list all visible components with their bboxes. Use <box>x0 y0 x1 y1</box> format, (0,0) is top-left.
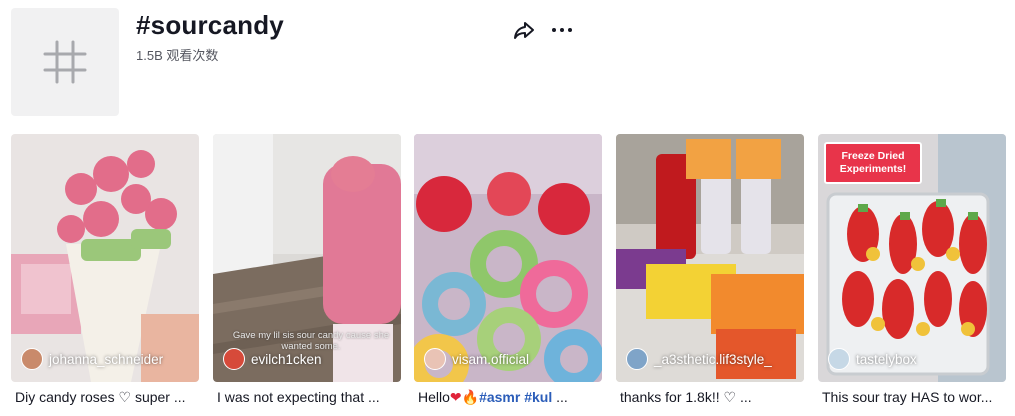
video-caption[interactable]: thanks for 1.8k!! ♡ ... <box>620 388 804 406</box>
caption-text-more: ... <box>739 389 752 405</box>
video-caption[interactable]: Hello❤🔥#asmr #kul ... <box>418 388 602 406</box>
author-name: johanna_schneider <box>49 351 164 367</box>
author-label[interactable]: _a3sthetic.lif3style_ <box>626 348 772 370</box>
heart-outline-icon: ♡ <box>723 389 737 405</box>
caption-text: I was not expecting that ... <box>217 389 380 405</box>
more-options-button[interactable] <box>550 18 574 42</box>
author-label[interactable]: johanna_schneider <box>21 348 163 370</box>
more-horizontal-icon <box>552 28 572 32</box>
caption-text-more: ... <box>556 389 568 405</box>
thumbnail-image <box>414 134 602 382</box>
hashtag-link[interactable]: #asmr <box>479 389 520 405</box>
heart-red-emoji: ❤ <box>449 389 462 405</box>
thumbnail-image <box>616 134 804 382</box>
video-thumbnail[interactable]: johanna_schneider <box>11 134 199 382</box>
hashtag-cover <box>11 8 119 116</box>
video-card[interactable]: _a3sthetic.lif3style_ thanks for 1.8k!! … <box>616 134 804 405</box>
avatar <box>626 348 648 370</box>
author-name: tastelybox <box>856 351 917 367</box>
share-button[interactable] <box>512 18 536 42</box>
video-caption[interactable]: This sour tray HAS to wor... <box>822 388 1006 406</box>
video-thumbnail[interactable]: Freeze Dried Experiments! tastelybox <box>818 134 1006 382</box>
caption-text: This sour tray HAS to wor... <box>822 389 993 405</box>
author-label[interactable]: evilch1cken <box>223 348 322 370</box>
thumbnail-image <box>11 134 199 382</box>
view-count: 1.5B 观看次数 <box>136 48 219 63</box>
author-name: _a3sthetic.lif3style_ <box>654 351 772 367</box>
author-name: evilch1cken <box>251 351 322 367</box>
hashtag-icon <box>43 40 87 84</box>
video-badge: Freeze Dried Experiments! <box>824 142 922 184</box>
caption-text: thanks for 1.8k!! <box>620 389 720 405</box>
video-thumbnail[interactable]: Gave my lil sis sour candy cause she wan… <box>213 134 401 382</box>
video-caption[interactable]: Diy candy roses ♡ super ... <box>15 388 199 406</box>
author-name: visam.official <box>452 351 530 367</box>
avatar <box>21 348 43 370</box>
caption-text-more: super ... <box>134 389 186 405</box>
avatar <box>828 348 850 370</box>
video-card[interactable]: visam.official Hello❤🔥#asmr #kul ... <box>414 134 602 405</box>
video-thumbnail[interactable]: visam.official <box>414 134 602 382</box>
heart-outline-icon: ♡ <box>118 389 132 405</box>
video-thumbnail[interactable]: _a3sthetic.lif3style_ <box>616 134 804 382</box>
share-icon <box>514 22 534 39</box>
hashtag-link[interactable]: #kul <box>524 389 552 405</box>
caption-text: Hello <box>418 389 450 405</box>
video-card[interactable]: Gave my lil sis sour candy cause she wan… <box>213 134 401 405</box>
caption-text: Diy candy roses <box>15 389 115 405</box>
page-title: #sourcandy <box>136 10 284 40</box>
video-card[interactable]: johanna_schneider Diy candy roses ♡ supe… <box>11 134 199 405</box>
video-caption[interactable]: I was not expecting that ... <box>217 388 401 406</box>
avatar <box>223 348 245 370</box>
avatar <box>424 348 446 370</box>
fire-emoji: 🔥 <box>461 389 480 405</box>
author-label[interactable]: visam.official <box>424 348 529 370</box>
author-label[interactable]: tastelybox <box>828 348 917 370</box>
video-card[interactable]: Freeze Dried Experiments! tastelybox Thi… <box>818 134 1006 405</box>
